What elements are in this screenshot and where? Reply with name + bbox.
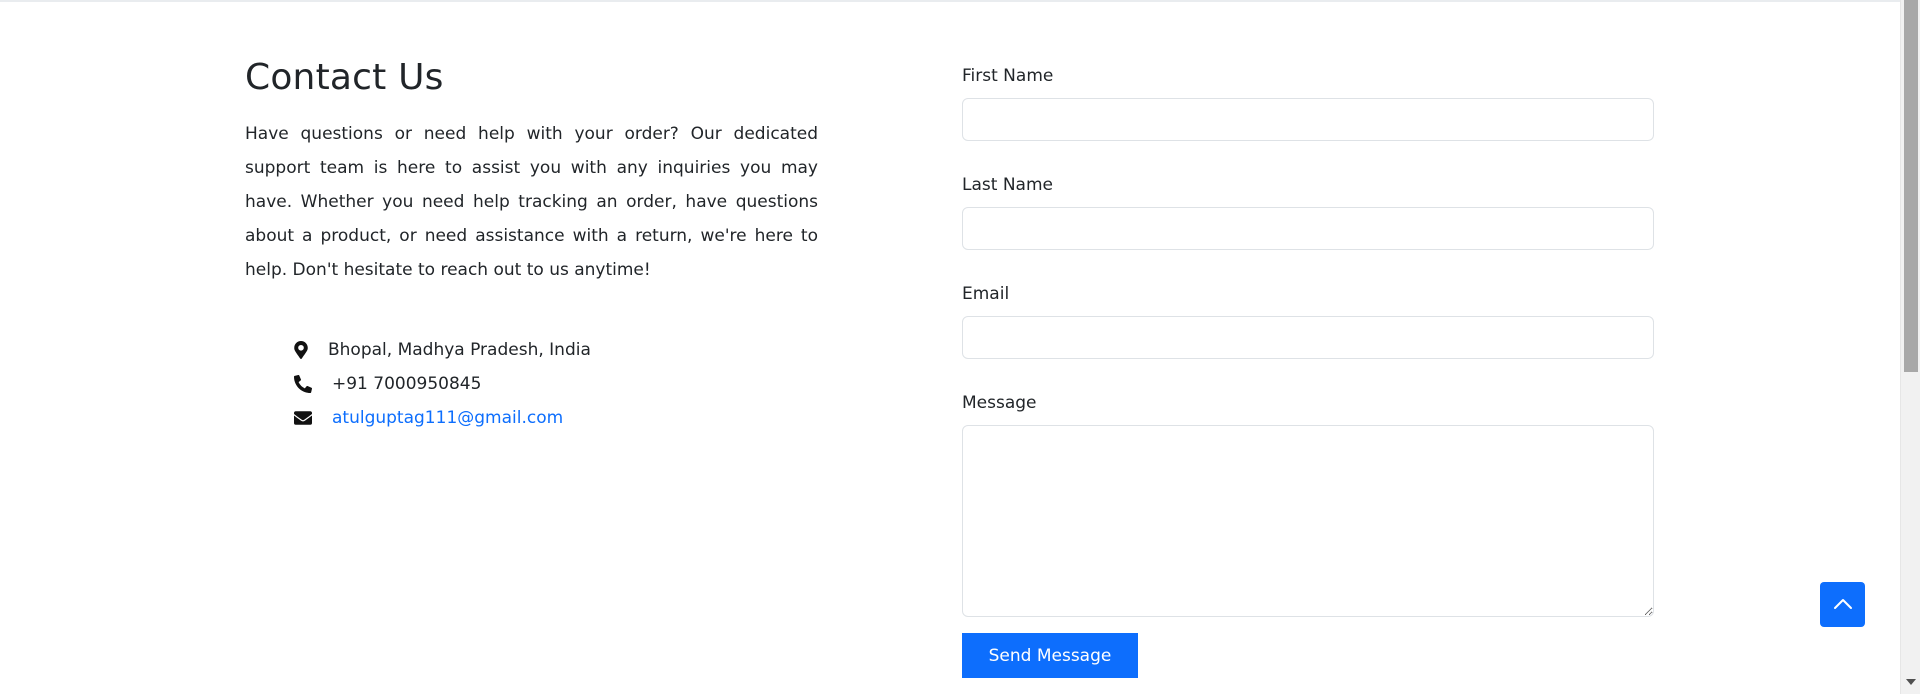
envelope-icon bbox=[294, 411, 328, 425]
scrollbar-thumb[interactable] bbox=[1904, 0, 1918, 372]
header-divider bbox=[0, 0, 1900, 2]
map-marker-icon bbox=[294, 341, 328, 359]
contact-page: Contact Us Have questions or need help w… bbox=[0, 0, 1920, 694]
back-to-top-button[interactable] bbox=[1820, 582, 1865, 627]
first-name-input[interactable] bbox=[962, 98, 1654, 141]
address-text: Bhopal, Madhya Pradesh, India bbox=[328, 340, 591, 360]
contact-form: First Name Last Name Email Message Send … bbox=[962, 64, 1654, 678]
contact-info-list: Bhopal, Madhya Pradesh, India +91 700095… bbox=[294, 333, 814, 435]
phone-icon bbox=[294, 375, 328, 393]
chevron-up-icon bbox=[1833, 595, 1853, 614]
scroll-down-arrow-icon[interactable] bbox=[1906, 679, 1916, 685]
send-message-button[interactable]: Send Message bbox=[962, 633, 1138, 678]
message-textarea[interactable] bbox=[962, 425, 1654, 617]
phone-text: +91 7000950845 bbox=[332, 374, 482, 394]
last-name-label: Last Name bbox=[962, 175, 1053, 195]
email-link[interactable]: atulguptag111@gmail.com bbox=[332, 408, 563, 428]
contact-description: Have questions or need help with your or… bbox=[245, 124, 818, 280]
email-input[interactable] bbox=[962, 316, 1654, 359]
first-name-label: First Name bbox=[962, 66, 1054, 86]
address-row: Bhopal, Madhya Pradesh, India bbox=[294, 333, 814, 367]
email-row: atulguptag111@gmail.com bbox=[294, 401, 814, 435]
phone-row: +91 7000950845 bbox=[294, 367, 814, 401]
page-scrollbar[interactable] bbox=[1900, 0, 1920, 694]
page-title: Contact Us bbox=[245, 57, 444, 98]
last-name-input[interactable] bbox=[962, 207, 1654, 250]
contact-intro: Contact Us Have questions or need help w… bbox=[245, 56, 818, 287]
email-label: Email bbox=[962, 284, 1010, 304]
message-label: Message bbox=[962, 393, 1037, 413]
